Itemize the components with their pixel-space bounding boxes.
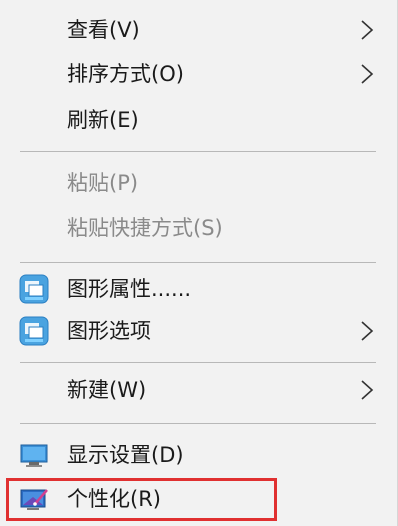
menu-item-label: 粘贴快捷方式(S) <box>67 216 223 240</box>
menu-item-sort-by[interactable]: 排序方式(O) <box>0 52 396 96</box>
menu-item-graphics-options[interactable]: 图形选项 <box>0 309 396 353</box>
personalize-icon <box>20 489 48 510</box>
chevron-right-icon <box>361 380 374 400</box>
menu-item-refresh[interactable]: 刷新(E) <box>0 98 396 142</box>
chevron-right-icon <box>361 20 374 40</box>
desktop-context-menu: 查看(V) 排序方式(O) 刷新(E) 粘贴(P) 粘贴快捷方式(S) 图形属性… <box>0 0 398 526</box>
menu-separator <box>20 262 376 263</box>
intel-graphics-icon <box>19 274 49 304</box>
chevron-right-icon <box>361 321 374 341</box>
chevron-right-icon <box>361 64 374 84</box>
menu-item-label: 个性化(R) <box>67 487 161 511</box>
menu-item-label: 图形选项 <box>67 319 151 343</box>
menu-item-label: 查看(V) <box>67 18 140 42</box>
menu-item-label: 图形属性...... <box>67 277 192 301</box>
display-monitor-icon <box>20 444 48 467</box>
menu-separator <box>20 423 376 424</box>
menu-item-personalize[interactable]: 个性化(R) <box>0 477 396 521</box>
menu-item-paste: 粘贴(P) <box>0 161 396 205</box>
menu-item-view[interactable]: 查看(V) <box>0 8 396 52</box>
menu-item-display-settings[interactable]: 显示设置(D) <box>0 433 396 477</box>
menu-item-label: 新建(W) <box>67 378 147 402</box>
menu-item-label: 显示设置(D) <box>67 443 184 467</box>
menu-item-label: 粘贴(P) <box>67 171 139 195</box>
menu-item-graphics-properties[interactable]: 图形属性...... <box>0 267 396 311</box>
menu-item-label: 刷新(E) <box>67 108 139 132</box>
menu-separator <box>20 151 376 152</box>
intel-graphics-icon <box>19 316 49 346</box>
menu-separator <box>20 362 376 363</box>
menu-item-paste-shortcut: 粘贴快捷方式(S) <box>0 206 396 250</box>
menu-item-label: 排序方式(O) <box>67 62 184 86</box>
menu-item-new[interactable]: 新建(W) <box>0 368 396 412</box>
